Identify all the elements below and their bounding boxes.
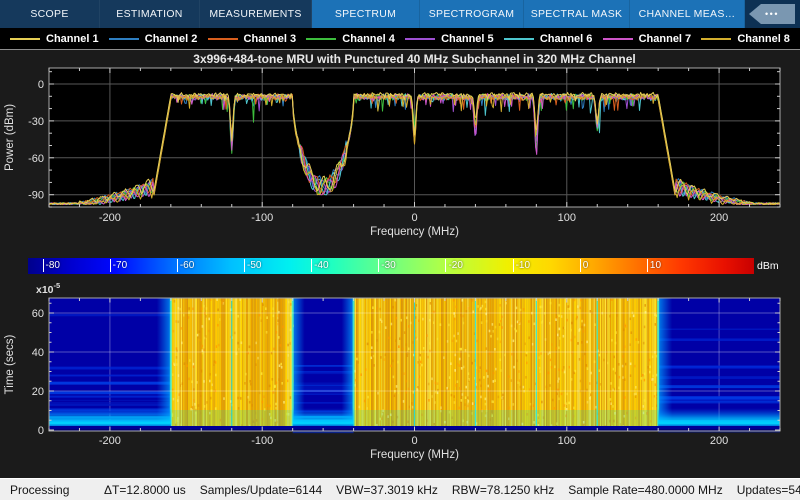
legend-item-channel-3[interactable]: Channel 3 — [208, 33, 297, 45]
legend-item-channel-5[interactable]: Channel 5 — [405, 33, 494, 45]
colorbar-tick-label: -10 — [513, 259, 530, 272]
colorbar-tick-label: -40 — [311, 259, 328, 272]
spectrum-ytick-label: -90 — [28, 190, 44, 202]
startup-transient-band — [293, 408, 354, 426]
spectrum-analyzer-window: SCOPEESTIMATIONMEASUREMENTSSPECTRUMSPECT… — [0, 0, 800, 500]
colorbar-tick-label: -70 — [110, 259, 127, 272]
status-field: RBW=78.1250 kHz — [452, 483, 554, 497]
tab-spectral-mask[interactable]: SPECTRAL MASK — [524, 0, 630, 28]
colorbar-tick-label: 0 — [580, 259, 589, 272]
spectrum-xlabel: Frequency (MHz) — [370, 226, 459, 238]
spectrum-ytick-label: -30 — [28, 116, 44, 128]
legend-item-channel-8[interactable]: Channel 8 — [701, 33, 790, 45]
colorbar-tick-label: -80 — [43, 259, 60, 272]
status-field: Sample Rate=480.0000 MHz — [568, 483, 722, 497]
tab-scope[interactable]: SCOPE — [0, 0, 100, 28]
status-bar: Processing ΔT=12.8000 us Samples/Update=6… — [0, 478, 800, 500]
spectrum-ytick-label: -60 — [28, 153, 44, 165]
status-field: VBW=37.3019 kHz — [336, 483, 438, 497]
spectrogram-ytick-label: 60 — [32, 308, 44, 320]
spectrogram-plot: 0 20 40 60 -200 -100 0 100 200 Frequency (MHz) Tim… — [0, 280, 800, 478]
legend-line-swatch — [10, 38, 40, 40]
toolstrip: SCOPEESTIMATIONMEASUREMENTSSPECTRUMSPECT… — [0, 0, 800, 28]
legend-line-swatch — [405, 38, 435, 40]
more-options-button[interactable]: ••• — [749, 4, 795, 24]
legend-line-swatch — [306, 38, 336, 40]
legend-item-channel-7[interactable]: Channel 7 — [603, 33, 692, 45]
colorbar-tick-label: -30 — [378, 259, 395, 272]
spectrum-xtick-label: 200 — [710, 212, 728, 224]
legend-line-swatch — [109, 38, 139, 40]
spectrum-ylabel: Power (dBm) — [4, 104, 16, 171]
colorbar-tick-label: -60 — [177, 259, 194, 272]
legend-item-channel-6[interactable]: Channel 6 — [504, 33, 593, 45]
spectrogram-ytick-label: 20 — [32, 386, 44, 398]
legend-label: Channel 5 — [441, 33, 494, 45]
startup-transient-band — [658, 408, 780, 426]
legend-item-channel-2[interactable]: Channel 2 — [109, 33, 198, 45]
legend-line-swatch — [208, 38, 238, 40]
spectrum-title: 3x996+484-tone MRU with Punctured 40 MHz… — [193, 52, 635, 66]
startup-transient-band — [49, 408, 171, 426]
legend-item-channel-4[interactable]: Channel 4 — [306, 33, 395, 45]
channel-legend: Channel 1 Channel 2 Channel 3 Channel 4 Chan… — [0, 28, 800, 50]
colorbar-tick-label: -20 — [445, 259, 462, 272]
spectrogram-xtick-label: -100 — [251, 435, 273, 447]
spectrogram-y-multiplier: x10-5 — [36, 281, 60, 296]
spectrum-xtick-label: -100 — [251, 212, 273, 224]
spectrum-plot: 3x996+484-tone MRU with Punctured 40 MHz… — [0, 50, 800, 258]
tab-spectrum[interactable]: SPECTRUM — [312, 0, 420, 28]
status-field: Samples/Update=6144 — [200, 483, 322, 497]
legend-line-swatch — [504, 38, 534, 40]
legend-line-swatch — [603, 38, 633, 40]
spectrogram-xlabel: Frequency (MHz) — [370, 449, 459, 461]
spectrogram-xtick-label: 0 — [411, 435, 417, 447]
spectrogram-ytick-label: 40 — [32, 347, 44, 359]
spectrum-xtick-label: 0 — [411, 212, 417, 224]
spectrogram-xtick-label: 200 — [710, 435, 728, 447]
colorbar-unit-label: dBm — [757, 260, 779, 272]
spectrogram-xtick-label: -200 — [99, 435, 121, 447]
legend-label: Channel 1 — [46, 33, 99, 45]
toolstrip-corner: ••• — [745, 0, 800, 28]
spectrogram-colorbar[interactable]: -80 -70 -60 -50 -40 -30 -20 -10 0 10 — [28, 258, 754, 274]
tab-spectrogram[interactable]: SPECTROGRAM — [420, 0, 524, 28]
status-field: ΔT=12.8000 us — [104, 483, 186, 497]
spectrogram-ylabel: Time (secs) — [4, 335, 16, 395]
colorbar-tick-label: -50 — [244, 259, 261, 272]
legend-line-swatch — [701, 38, 731, 40]
legend-label: Channel 8 — [737, 33, 790, 45]
spectrogram-xtick-label: 100 — [558, 435, 576, 447]
status-state: Processing — [10, 483, 104, 497]
spectrogram-ytick-label: 0 — [38, 425, 44, 437]
legend-label: Channel 3 — [244, 33, 297, 45]
legend-item-channel-1[interactable]: Channel 1 — [10, 33, 99, 45]
spectrum-xtick-label: 100 — [558, 212, 576, 224]
tab-channel-meas[interactable]: CHANNEL MEAS… — [630, 0, 745, 28]
legend-label: Channel 4 — [342, 33, 395, 45]
legend-label: Channel 6 — [540, 33, 593, 45]
tab-estimation[interactable]: ESTIMATION — [100, 0, 200, 28]
legend-label: Channel 2 — [145, 33, 198, 45]
spectrum-xtick-label: -200 — [99, 212, 121, 224]
status-field: Updates=54 — [737, 483, 800, 497]
tab-measurements[interactable]: MEASUREMENTS — [200, 0, 312, 28]
spectrum-ytick-label: 0 — [38, 79, 44, 91]
legend-label: Channel 7 — [639, 33, 692, 45]
colorbar-tick-label: 10 — [647, 259, 661, 272]
statusbar-fields: ΔT=12.8000 us Samples/Update=6144 VBW=37.3… — [104, 483, 800, 497]
